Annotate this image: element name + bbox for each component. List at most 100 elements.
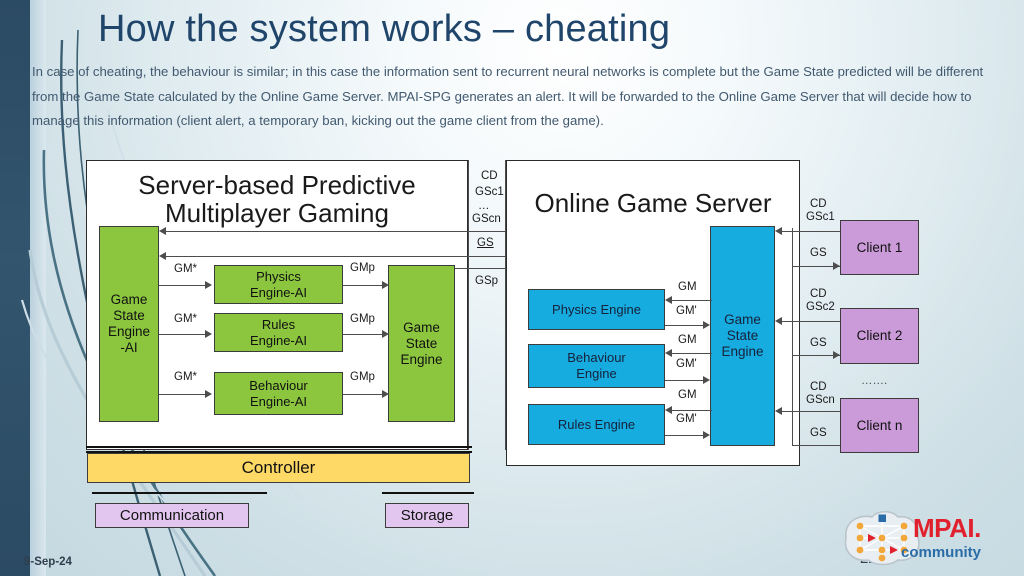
- client-2-cd-line: [782, 321, 840, 323]
- page-body-text: In case of cheating, the behaviour is si…: [32, 64, 984, 128]
- communication-label: Communication: [119, 506, 225, 524]
- client-n-box: Client n: [840, 398, 919, 453]
- spg-rules-engine-ai: Rules Engine-AI: [214, 313, 343, 352]
- client-1-gs: GS: [810, 247, 827, 259]
- client-n-cd-line: [782, 411, 840, 413]
- ogs-behaviour-engine-line1: Behaviour: [567, 350, 626, 365]
- spg-arrow-gmp3: [343, 394, 385, 396]
- bus-cd-label-line1: CD: [481, 170, 498, 182]
- ogs-gm-arrowhead-2: [665, 349, 672, 357]
- client-2-cd-arrowhead: [775, 317, 782, 325]
- ogs-gmp-arrowhead-3: [703, 431, 710, 439]
- ogs-behaviour-engine: Behaviour Engine: [528, 344, 665, 388]
- spg-arrowhead-gm1: [205, 281, 212, 289]
- ogs-gmp-arrowhead-2: [703, 376, 710, 384]
- ogs-gm-arrowhead-3: [665, 406, 672, 414]
- spg-behaviour-engine-ai: Behaviour Engine-AI: [214, 372, 343, 415]
- ogs-gmp-line-1: [665, 325, 705, 327]
- clients-ellipsis: …….: [861, 375, 888, 387]
- spg-gm-star-label-1: GM*: [174, 263, 197, 275]
- spg-rules-ai-line2: Engine-AI: [249, 332, 308, 348]
- spg-gmp-label-3: GMp: [350, 371, 375, 383]
- ogs-gse-line-1: State: [726, 328, 759, 343]
- client-2-gs-arrowhead: [833, 351, 840, 359]
- ogs-rules-engine: Rules Engine: [528, 404, 665, 445]
- spg-arrowhead-gmp2: [382, 330, 389, 338]
- spg-rules-ai-line1: Rules: [261, 316, 296, 332]
- controller-bottom-rule-left: [92, 492, 267, 494]
- gs-return-arrowhead: [159, 252, 166, 260]
- spg-game-state-engine-ai: Game State Engine -AI: [99, 226, 159, 422]
- slide-canvas: How the system works – cheating In case …: [0, 0, 1024, 576]
- spg-title-line1: Server-based Predictive: [138, 170, 416, 200]
- client-n-cd-line1: CD: [810, 381, 827, 393]
- left-accent-bar: [0, 0, 30, 576]
- client-1-label: Client 1: [856, 239, 903, 255]
- ogs-gse-line-2: Engine: [721, 344, 764, 359]
- ogs-physics-engine-label: Physics Engine: [552, 301, 641, 317]
- controller-bar: Controller: [87, 453, 470, 483]
- client-n-cd-line2: GScn: [806, 394, 835, 406]
- client-n-cd-arrowhead: [775, 407, 782, 415]
- client-1-box: Client 1: [840, 220, 919, 275]
- ogs-gm-label-3: GM: [678, 389, 697, 401]
- spg-arrow-gm1: [159, 285, 207, 287]
- ogs-gmp-label-3: GM': [676, 413, 697, 425]
- client-2-box: Client 2: [840, 308, 919, 364]
- client-2-cd-line1: CD: [810, 288, 827, 300]
- client-n-gs: GS: [810, 427, 827, 439]
- spg-arrowhead-gmp1: [382, 281, 389, 289]
- mpai-logo-subtext: community: [901, 544, 982, 561]
- spg-arrowhead-gm2: [205, 330, 212, 338]
- spg-gse-line-1: State: [405, 335, 438, 351]
- ogs-physics-engine: Physics Engine: [528, 289, 665, 330]
- spg-arrow-gm3: [159, 394, 207, 396]
- ogs-title: Online Game Server: [534, 188, 772, 218]
- client-n-gs-line: [792, 445, 840, 447]
- client-1-cd-line: [782, 231, 840, 233]
- bus-gs-label: GS: [477, 237, 494, 249]
- ogs-gm-label-2: GM: [678, 334, 697, 346]
- spg-title-line2: Multiplayer Gaming: [165, 198, 389, 228]
- spg-gm-star-label-3: GM*: [174, 371, 197, 383]
- client-1-gs-arrowhead: [833, 262, 840, 270]
- spg-physics-ai-line2: Engine-AI: [249, 284, 308, 300]
- client-n-label: Client n: [856, 417, 903, 433]
- page-title: How the system works – cheating: [98, 8, 671, 50]
- ogs-gmp-label-2: GM': [676, 358, 697, 370]
- ogs-gmp-line-2: [665, 380, 705, 382]
- storage-box: Storage: [385, 503, 469, 528]
- ogs-gmp-label-1: GM': [676, 305, 697, 317]
- slide-date: 9-Sep-24: [24, 556, 72, 568]
- ogs-game-state-engine: Game State Engine: [710, 226, 775, 446]
- spg-physics-ai-line1: Physics: [256, 268, 301, 284]
- ogs-gmp-arrowhead-1: [703, 321, 710, 329]
- spg-gmp-label-1: GMp: [350, 262, 375, 274]
- spg-gse-line-2: Engine: [400, 351, 443, 367]
- bus-cd-label-line2: GSc1: [475, 186, 504, 198]
- ogs-gm-line-3: [672, 410, 712, 412]
- spg-arrow-gmp2: [343, 334, 385, 336]
- spg-behaviour-ai-line2: Engine-AI: [249, 393, 308, 409]
- spg-arrow-gm2: [159, 334, 207, 336]
- client-2-gs: GS: [810, 337, 827, 349]
- bus-cd-label-line4: GScn: [472, 213, 501, 225]
- spg-arrowhead-gmp3: [382, 390, 389, 398]
- ogs-gse-line-0: Game: [724, 312, 761, 327]
- cd-return-arrowhead: [159, 227, 166, 235]
- bus-cd-label-line3: …: [478, 200, 490, 212]
- client-2-cd-line2: GSc2: [806, 301, 835, 313]
- ogs-gm-label-1: GM: [678, 281, 697, 293]
- spg-gse-ai-line-1: State: [113, 308, 145, 323]
- ogs-gmp-line-3: [665, 435, 705, 437]
- spg-gm-star-label-2: GM*: [174, 313, 197, 325]
- mpai-logo-text: MPAI.: [913, 513, 981, 543]
- client-1-cd-arrowhead: [775, 227, 782, 235]
- communication-box: Communication: [95, 503, 249, 528]
- spg-gse-line-0: Game: [403, 319, 440, 335]
- controller-label: Controller: [241, 458, 316, 477]
- spg-gse-ai-line-0: Game: [110, 292, 148, 307]
- client-bus-vertical: [792, 228, 794, 446]
- bus-left-divider: [468, 160, 470, 450]
- spg-gse-ai-line-3: -AI: [120, 340, 138, 355]
